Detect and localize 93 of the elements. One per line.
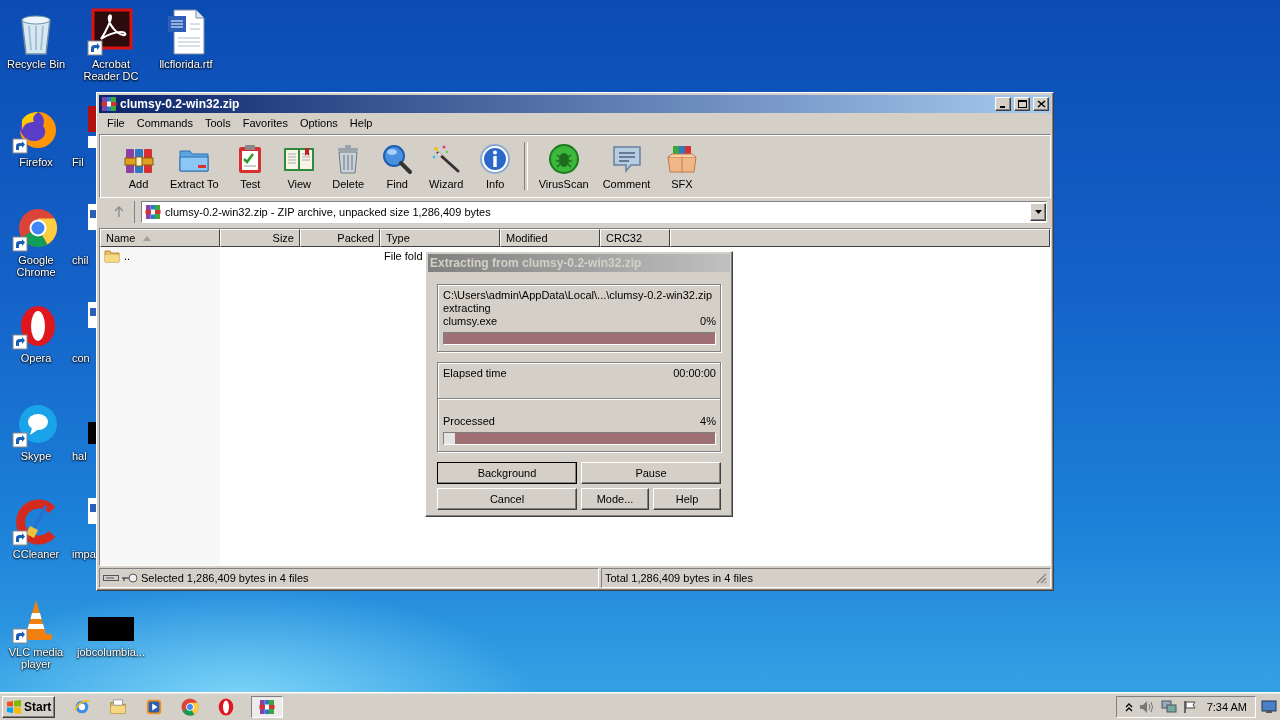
percent-text: 0%	[700, 315, 716, 328]
file-name: clumsy.exe	[443, 315, 498, 328]
dialog-button[interactable]: Pause	[581, 462, 721, 484]
elapsed-time: 00:00:00	[673, 367, 716, 380]
toolbar-button[interactable]: VirusScan	[533, 142, 594, 190]
maximize-button[interactable]	[1014, 97, 1030, 111]
menu-item[interactable]: Options	[293, 117, 344, 129]
bug-icon	[547, 142, 580, 175]
drive-icon	[103, 574, 119, 582]
column-header[interactable]: Modified	[500, 229, 600, 247]
clock: 7:34 AM	[1206, 700, 1247, 713]
dialog-button[interactable]: Cancel	[437, 488, 577, 510]
speaker-icon	[1139, 699, 1155, 714]
icon-label[interactable]: llcflorida.rtf	[159, 58, 213, 70]
folder-icon	[109, 697, 127, 716]
resize-grip-icon	[1035, 572, 1047, 584]
dropdown-button[interactable]	[1030, 203, 1046, 221]
windows-flag-icon	[6, 698, 22, 715]
info-icon	[479, 142, 512, 175]
start-button[interactable]: Start	[2, 695, 55, 718]
menu-item[interactable]: Help	[343, 117, 379, 129]
archive-icon	[259, 698, 275, 715]
menu-item[interactable]: Tools	[199, 117, 237, 129]
caret-icon	[1034, 210, 1042, 214]
minimize-button[interactable]	[995, 97, 1011, 111]
toolbar-button[interactable]: Add	[116, 142, 161, 190]
icon-label[interactable]: con	[72, 352, 90, 364]
network-icon	[1161, 699, 1177, 714]
field-label: Processed	[443, 415, 495, 428]
thumbnail-icon	[88, 617, 134, 641]
column-header[interactable]: Size	[220, 229, 300, 247]
key-icon	[122, 573, 138, 583]
file-name: ..	[124, 249, 131, 262]
dialog-button[interactable]: Background	[437, 462, 577, 484]
monitor-icon	[1261, 699, 1277, 714]
icon-label[interactable]: hal	[72, 450, 87, 462]
window-title: clumsy-0.2-win32.zip	[120, 97, 241, 111]
icon-label[interactable]: Fil	[72, 156, 84, 168]
toolbar-button[interactable]: Test	[227, 142, 273, 190]
icon-label[interactable]: Firefox	[19, 156, 53, 168]
status-text: extracting	[443, 302, 491, 315]
dialog-button[interactable]: Mode...	[581, 488, 649, 510]
archive-path: C:\Users\admin\AppData\Local\...\clumsy-0.2-win32.zip	[443, 289, 712, 302]
toolbar-button[interactable]: Wizard	[423, 142, 469, 190]
table-cell: File fold	[384, 249, 423, 262]
browser-icon	[217, 697, 235, 716]
icon-label[interactable]: Recycle Bin	[6, 58, 66, 70]
up-arrow-icon	[112, 206, 125, 218]
toolbar-button[interactable]: SFX	[659, 142, 705, 190]
column-header[interactable]: Type	[380, 229, 500, 247]
menu-item[interactable]: Commands	[130, 117, 199, 129]
icon-label[interactable]: Acrobat Reader DC	[79, 58, 143, 82]
icon-label[interactable]: Google Chrome	[4, 254, 68, 278]
column-header[interactable]: Packed	[300, 229, 380, 247]
thumbnail-icon	[88, 422, 96, 444]
toolbar-button[interactable]: View	[276, 142, 322, 190]
sort-arrow-icon	[143, 235, 152, 241]
toolbar-button[interactable]: Extract To	[165, 142, 224, 190]
icon-label[interactable]: CCleaner	[12, 548, 60, 560]
status-text: Total 1,286,409 bytes in 4 files	[605, 572, 753, 584]
field-label: Elapsed time	[443, 367, 507, 380]
menu-item[interactable]: File	[101, 117, 131, 129]
column-header[interactable]: Name	[100, 229, 220, 247]
folder-icon	[104, 247, 120, 264]
column-header[interactable]: CRC32	[600, 229, 670, 247]
column-header[interactable]	[670, 229, 1050, 247]
archive-icon	[101, 96, 117, 112]
chevron-icon	[1125, 701, 1133, 712]
percent-text: 4%	[700, 415, 716, 428]
icon-label[interactable]: chil	[72, 254, 89, 266]
browser-icon	[73, 697, 91, 716]
archive-icon	[145, 204, 161, 220]
toolbar-button[interactable]: Delete	[325, 142, 371, 190]
path-combobox[interactable]: clumsy-0.2-win32.zip - ZIP archive, unpacked size 1,286,409 bytes	[141, 201, 1047, 223]
icon-label[interactable]: Skype	[20, 450, 52, 462]
maximize-icon	[1017, 100, 1027, 108]
close-icon	[1036, 100, 1046, 108]
media-player-icon	[145, 697, 163, 716]
menu-item[interactable]: Favorites	[236, 117, 294, 129]
toolbar-button[interactable]: Comment	[597, 142, 656, 190]
search-icon	[381, 142, 414, 175]
close-button[interactable]	[1033, 97, 1049, 111]
toolbar-button[interactable]: Find	[374, 142, 420, 190]
toolbar-button[interactable]: Info	[472, 142, 518, 190]
flag-icon	[1183, 699, 1197, 714]
icon-label[interactable]: Opera	[20, 352, 52, 364]
taskbar-button[interactable]	[251, 695, 283, 718]
pdf-icon	[87, 8, 135, 56]
icon-label[interactable]: impa	[72, 548, 96, 560]
browser-icon	[181, 697, 199, 716]
status-text: Selected 1,286,409 bytes in 4 files	[141, 572, 309, 584]
dialog-title: Extracting from clumsy-0.2-win32.zip	[428, 254, 730, 272]
dialog-button[interactable]: Help	[653, 488, 721, 510]
